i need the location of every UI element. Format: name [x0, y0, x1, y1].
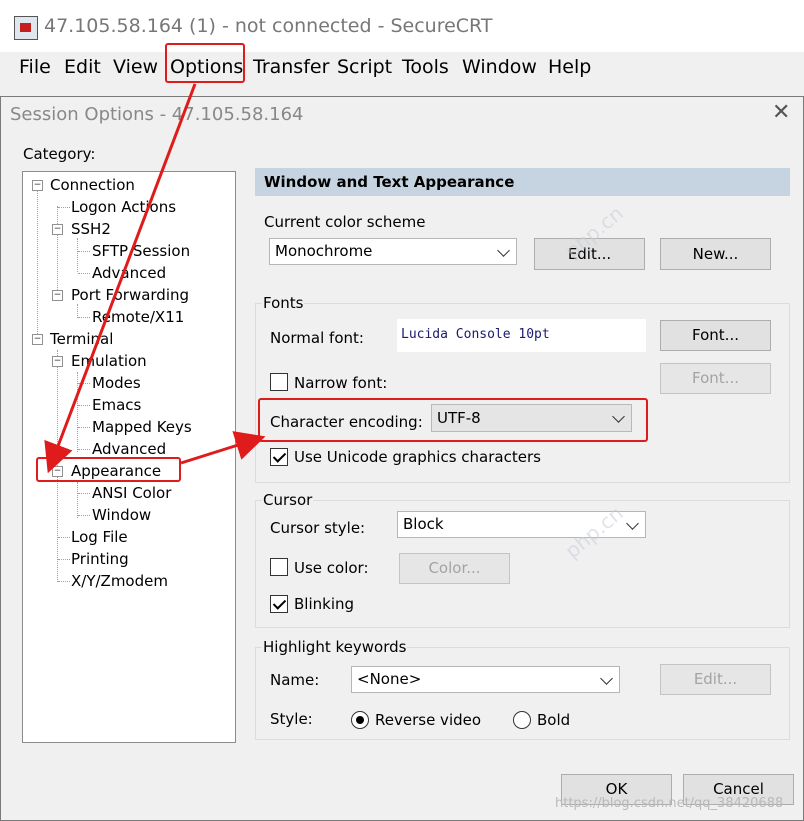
fonts-group-label: Fonts: [262, 294, 305, 312]
collapse-icon[interactable]: −: [52, 224, 63, 235]
window-title: 47.105.58.164 (1) - not connected - Secu…: [44, 15, 493, 37]
tree-item-ssh2-advanced[interactable]: Advanced: [92, 264, 166, 282]
narrow-font-label: Narrow font:: [294, 374, 388, 392]
tree-item-logon-actions[interactable]: Logon Actions: [71, 198, 176, 216]
collapse-icon[interactable]: −: [52, 356, 63, 367]
normal-font-value: Lucida Console 10pt: [401, 327, 550, 342]
blinking-checkbox[interactable]: [270, 595, 288, 613]
color-scheme-label: Current color scheme: [264, 213, 426, 231]
highlight-edit-button[interactable]: Edit...: [660, 664, 771, 695]
collapse-icon[interactable]: −: [32, 180, 43, 191]
options-menu-highlight: [165, 43, 245, 83]
tree-item-sftp-session[interactable]: SFTP Session: [92, 242, 190, 260]
chevron-down-icon: [600, 671, 613, 685]
tree-item-ansi-color[interactable]: ANSI Color: [92, 484, 171, 502]
bold-radio[interactable]: [513, 711, 531, 729]
normal-font-button[interactable]: Font...: [660, 320, 771, 351]
cursor-style-label: Cursor style:: [270, 519, 366, 537]
normal-font-display: Lucida Console 10pt: [397, 319, 646, 352]
tree-item-mapped-keys[interactable]: Mapped Keys: [92, 418, 192, 436]
unicode-graphics-checkbox[interactable]: [270, 448, 288, 466]
menu-view[interactable]: View: [113, 56, 158, 78]
close-icon[interactable]: ✕: [772, 100, 790, 125]
tree-item-remote-x11[interactable]: Remote/X11: [92, 308, 184, 326]
use-color-label: Use color:: [294, 559, 369, 577]
reverse-video-radio[interactable]: [351, 711, 369, 729]
chevron-down-icon: [497, 243, 510, 257]
menu-window[interactable]: Window: [462, 56, 537, 78]
tree-item-log-file[interactable]: Log File: [71, 528, 128, 546]
narrow-font-checkbox[interactable]: [270, 373, 288, 391]
collapse-icon[interactable]: −: [52, 290, 63, 301]
appearance-highlight: [36, 457, 181, 482]
tree-item-port-forwarding[interactable]: Port Forwarding: [71, 286, 189, 304]
tree-item-emulation[interactable]: Emulation: [71, 352, 147, 370]
cursor-style-value: Block: [403, 515, 444, 533]
menu-tools[interactable]: Tools: [402, 56, 449, 78]
tree-item-window[interactable]: Window: [92, 506, 151, 524]
narrow-font-button[interactable]: Font...: [660, 363, 771, 394]
securecrt-app-icon: [14, 16, 38, 40]
tree-item-ssh2[interactable]: SSH2: [71, 220, 111, 238]
menu-help[interactable]: Help: [548, 56, 591, 78]
highlight-name-label: Name:: [270, 671, 320, 689]
menu-script[interactable]: Script: [337, 56, 392, 78]
panel-title: Window and Text Appearance: [264, 173, 515, 191]
highlight-name-value: <None>: [357, 670, 422, 688]
highlight-style-label: Style:: [270, 710, 313, 728]
new-scheme-button[interactable]: New...: [660, 238, 771, 270]
normal-font-label: Normal font:: [270, 329, 364, 347]
tree-item-modes[interactable]: Modes: [92, 374, 141, 392]
tree-item-terminal[interactable]: Terminal: [50, 330, 113, 348]
tree-item-xyzmodem[interactable]: X/Y/Zmodem: [71, 572, 168, 590]
menu-edit[interactable]: Edit: [64, 56, 101, 78]
highlight-name-select[interactable]: <None>: [351, 666, 620, 693]
dialog-title: Session Options - 47.105.58.164: [10, 104, 304, 125]
tree-item-printing[interactable]: Printing: [71, 550, 129, 568]
collapse-icon[interactable]: −: [32, 334, 43, 345]
cursor-color-button[interactable]: Color...: [399, 553, 510, 584]
menu-transfer[interactable]: Transfer: [253, 56, 329, 78]
use-color-checkbox[interactable]: [270, 558, 288, 576]
menu-bar: File Edit View Options Transfer Script T…: [0, 52, 804, 90]
category-label: Category:: [23, 145, 96, 163]
tree-item-emacs[interactable]: Emacs: [92, 396, 141, 414]
encoding-highlight: [258, 398, 648, 442]
tree-item-connection[interactable]: Connection: [50, 176, 135, 194]
unicode-graphics-label: Use Unicode graphics characters: [294, 448, 541, 466]
color-scheme-select[interactable]: Monochrome: [269, 238, 517, 265]
cursor-group-label: Cursor: [262, 491, 314, 509]
blinking-label: Blinking: [294, 595, 355, 613]
bold-label: Bold: [537, 711, 571, 729]
tree-item-terminal-advanced[interactable]: Advanced: [92, 440, 166, 458]
reverse-video-label: Reverse video: [375, 711, 482, 729]
highlight-group-label: Highlight keywords: [262, 638, 408, 656]
color-scheme-value: Monochrome: [275, 242, 373, 260]
menu-file[interactable]: File: [19, 56, 51, 78]
watermark-url: https://blog.csdn.net/qq_38420688: [555, 796, 784, 811]
